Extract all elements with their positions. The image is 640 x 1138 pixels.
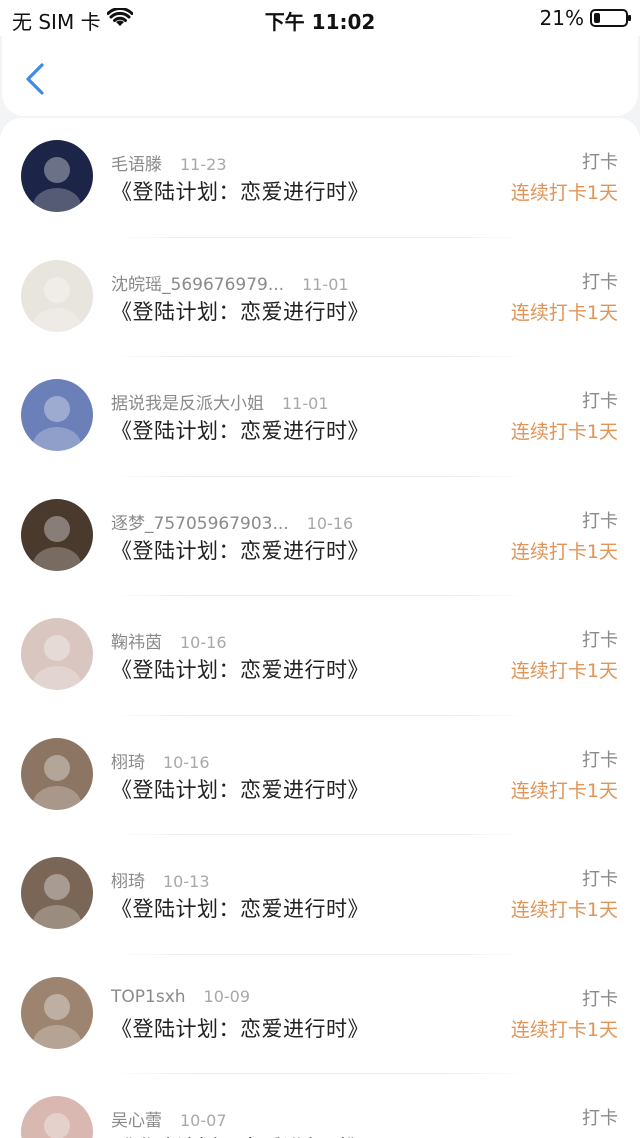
checkin-date: 10-07 [180, 1111, 227, 1130]
name-line: 毛语滕 11-23 [111, 150, 227, 175]
name-line: 据说我是反派大小姐 11-01 [111, 389, 329, 414]
avatar[interactable] [21, 976, 93, 1049]
name-line: 鞠祎茵 10-16 [111, 628, 227, 653]
book-title[interactable]: 《登陆计划：恋爱进行时》 [111, 1013, 369, 1043]
streak-label: 连续打卡1天 [510, 301, 618, 324]
checkin-label: 打卡 [582, 749, 618, 771]
checkin-list: 毛语滕 11-23 《登陆计划：恋爱进行时》 打卡 连续打卡1天 沈皖瑶_569… [0, 118, 640, 1138]
avatar[interactable] [21, 140, 93, 212]
checkin-label: 打卡 [582, 271, 618, 293]
avatar-image [21, 737, 93, 810]
list-item[interactable]: 栩琦 10-16 《登陆计划：恋爱进行时》 打卡 连续打卡1天 [0, 716, 640, 836]
streak-label: 连续打卡1天 [510, 660, 618, 682]
avatar-image [21, 976, 93, 1049]
book-title[interactable]: 《登陆计划：恋爱进行时》 [111, 654, 369, 684]
list-item[interactable]: 据说我是反派大小姐 11-01 《登陆计划：恋爱进行时》 打卡 连续打卡1天 [0, 357, 640, 477]
back-button[interactable] [20, 62, 52, 96]
checkin-date: 10-16 [306, 513, 354, 533]
streak-label: 连续打卡1天 [511, 1134, 618, 1138]
avatar[interactable] [21, 498, 93, 571]
name-line: 沈皖瑶_569676979... 11-01 [111, 270, 349, 295]
book-title[interactable]: 《登陆计划：恋爱进行时》 [111, 415, 369, 445]
list-item[interactable]: 逐梦_75705967903... 10-16 《登陆计划：恋爱进行时》 打卡 … [0, 477, 640, 597]
streak-label: 连续打卡1天 [510, 779, 618, 802]
user-name[interactable]: 逐梦_75705967903... [111, 509, 289, 534]
user-name[interactable]: 据说我是反派大小姐 [111, 389, 264, 414]
checkin-label: 打卡 [582, 1108, 618, 1129]
book-title[interactable]: 《登陆计划：恋爱进行时》 [111, 893, 369, 923]
battery-percent: 21% [539, 6, 584, 30]
name-line: 吴心蕾 10-07 [111, 1106, 227, 1131]
user-name[interactable]: 栩琦 [111, 867, 145, 892]
checkin-date: 10-13 [163, 872, 210, 891]
avatar-image [21, 618, 93, 690]
checkin-date: 11-01 [302, 274, 349, 294]
name-line: 逐梦_75705967903... 10-16 [111, 509, 353, 534]
battery-fill [594, 13, 600, 23]
avatar[interactable] [21, 857, 93, 929]
list-item[interactable]: 吴心蕾 10-07 《登陆计划：恋爱进行时》 打卡 连续打卡1天 [0, 1074, 640, 1138]
avatar-image [21, 259, 93, 332]
avatar[interactable] [21, 379, 93, 451]
name-line: 栩琦 10-16 [111, 748, 210, 773]
streak-label: 连续打卡1天 [510, 899, 618, 921]
avatar-image [21, 1096, 93, 1138]
list-item[interactable]: 毛语滕 11-23 《登陆计划：恋爱进行时》 打卡 连续打卡1天 [0, 118, 640, 238]
avatar[interactable] [21, 737, 93, 810]
checkin-date: 11-23 [180, 155, 227, 174]
checkin-label: 打卡 [582, 869, 618, 890]
book-title[interactable]: 《登陆计划：恋爱进行时》 [111, 296, 369, 326]
avatar-image [21, 498, 93, 571]
avatar[interactable] [21, 259, 93, 332]
user-name[interactable]: 鞠祎茵 [111, 628, 162, 653]
book-title[interactable]: 《登陆计划：恋爱进行时》 [111, 176, 369, 206]
avatar-image [21, 857, 93, 929]
name-line: TOP1sxh 10-09 [111, 987, 250, 1007]
list-item[interactable]: 栩琦 10-13 《登陆计划：恋爱进行时》 打卡 连续打卡1天 [0, 835, 640, 955]
checkin-date: 11-01 [282, 394, 329, 413]
avatar[interactable] [21, 618, 93, 690]
battery-icon [590, 9, 631, 27]
user-name[interactable]: 吴心蕾 [111, 1106, 162, 1131]
streak-label: 连续打卡1天 [510, 421, 618, 443]
streak-label: 连续打卡1天 [510, 540, 618, 563]
nav-bar [2, 36, 638, 116]
checkin-label: 打卡 [582, 988, 618, 1010]
book-title[interactable]: 《登陆计划：恋爱进行时》 [111, 774, 369, 804]
status-right: 21% [539, 6, 631, 30]
user-name[interactable]: TOP1sxh [111, 987, 186, 1007]
user-name[interactable]: 毛语滕 [111, 150, 162, 175]
book-title[interactable]: 《登陆计划：恋爱进行时》 [111, 1132, 369, 1138]
avatar-image [21, 379, 93, 451]
streak-label: 连续打卡1天 [510, 1018, 618, 1041]
streak-label: 连续打卡1天 [510, 182, 618, 204]
user-name[interactable]: 沈皖瑶_569676979... [111, 270, 284, 295]
list-item[interactable]: TOP1sxh 10-09 《登陆计划：恋爱进行时》 打卡 连续打卡1天 [0, 955, 640, 1075]
list-item[interactable]: 沈皖瑶_569676979... 11-01 《登陆计划：恋爱进行时》 打卡 连… [0, 238, 640, 358]
user-name[interactable]: 栩琦 [111, 748, 145, 773]
checkin-date: 10-16 [180, 633, 227, 652]
checkin-label: 打卡 [582, 391, 618, 412]
list-item[interactable]: 鞠祎茵 10-16 《登陆计划：恋爱进行时》 打卡 连续打卡1天 [0, 596, 640, 716]
avatar-image [21, 140, 93, 212]
book-title[interactable]: 《登陆计划：恋爱进行时》 [111, 535, 369, 565]
checkin-date: 10-16 [163, 752, 210, 772]
checkin-label: 打卡 [582, 630, 618, 651]
chevron-left-icon [26, 63, 44, 95]
status-bar: 无 SIM 卡 下午 11:02 21% [0, 0, 640, 36]
checkin-label: 打卡 [582, 510, 618, 532]
name-line: 栩琦 10-13 [111, 867, 210, 892]
checkin-date: 10-09 [203, 986, 251, 1006]
avatar[interactable] [21, 1096, 93, 1138]
checkin-label: 打卡 [582, 152, 618, 173]
